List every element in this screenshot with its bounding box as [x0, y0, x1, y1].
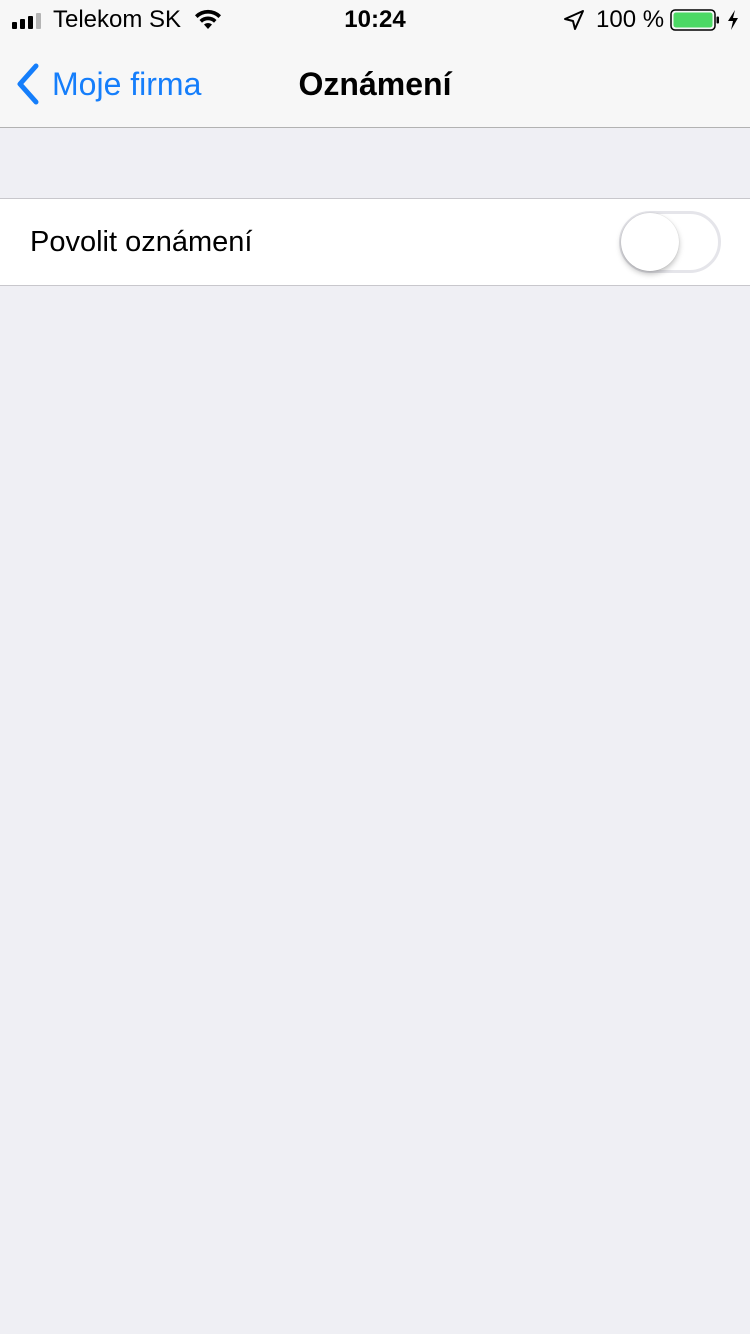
chevron-left-icon [17, 63, 39, 105]
top-bar: Telekom SK 10:24 100 % Moje firma Oznáme… [0, 0, 750, 128]
battery-icon [670, 9, 719, 31]
settings-group: Povolit oznámení [0, 198, 750, 286]
back-button-label: Moje firma [52, 66, 202, 102]
toggle-knob [621, 213, 679, 271]
status-bar: Telekom SK 10:24 100 % [0, 0, 750, 40]
charging-bolt-icon [728, 10, 738, 30]
back-button[interactable]: Moje firma [14, 60, 201, 108]
allow-notifications-toggle[interactable] [619, 211, 721, 273]
battery-percent: 100 % [596, 6, 665, 33]
allow-notifications-label: Povolit oznámení [30, 226, 253, 258]
location-arrow-icon [564, 10, 584, 30]
notifications-screen: Telekom SK 10:24 100 % Moje firma Oznáme… [0, 0, 750, 1334]
